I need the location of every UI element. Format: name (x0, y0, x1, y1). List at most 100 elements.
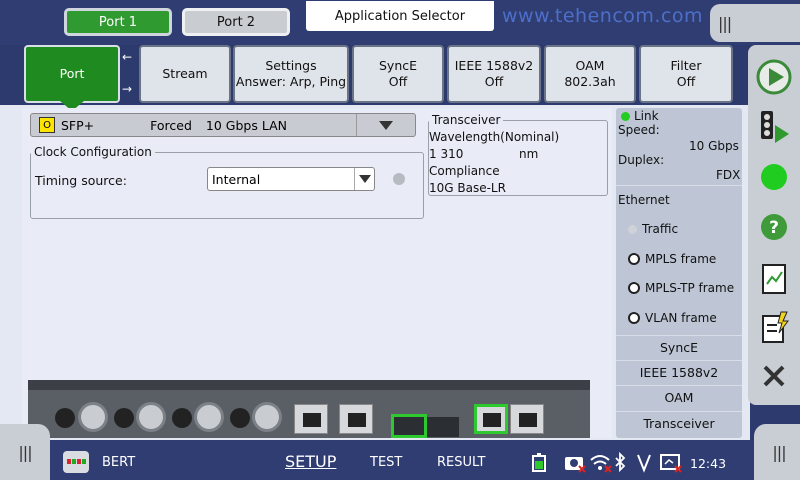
traffic-dot (628, 224, 637, 234)
app-icon[interactable] (63, 451, 89, 473)
status-led-button[interactable] (755, 158, 793, 196)
tab-ieee1588-label: IEEE 1588v2 (454, 58, 534, 73)
app-name: BERT (102, 455, 136, 470)
screen-disabled-icon (659, 451, 683, 477)
bnc-connector-icon (55, 408, 75, 428)
handle-bars-icon: ||| (18, 442, 32, 462)
mpls-tp-radio-icon (628, 282, 640, 294)
tab-synce-sub: Off (388, 74, 408, 89)
chevron-down-icon (359, 175, 371, 183)
bnc-connector-icon (194, 402, 224, 432)
tab-synce[interactable]: SyncE Off (352, 45, 444, 103)
timing-source-dropdown[interactable] (354, 168, 375, 190)
clipboard-lightning-icon (762, 311, 789, 343)
mpls-tp-frame-label: MPLS-TP frame (645, 281, 735, 295)
tab-oam-sub: 802.3ah (564, 74, 616, 89)
handle-bars-icon: ||| (718, 13, 732, 33)
status-row-transceiver[interactable]: Transceiver (616, 411, 742, 435)
status-row-transceiver-label: Transceiver (643, 416, 715, 431)
mpls-radio-icon (628, 253, 640, 265)
help-button[interactable]: ? (755, 208, 793, 246)
tab-settings[interactable]: Settings Answer: Arp, Ping (233, 45, 349, 103)
rj45-port-icon (510, 404, 544, 434)
interface-dropdown-button[interactable] (356, 114, 415, 136)
bluetooth-icon (613, 451, 627, 477)
result-tab[interactable]: RESULT (437, 455, 485, 470)
mpls-tp-frame-indicator: MPLS-TP frame (628, 281, 734, 295)
application-selector-button[interactable]: Application Selector (306, 1, 494, 31)
interface-badge: O (39, 117, 55, 133)
timing-source-value: Internal (212, 171, 261, 187)
tab-synce-label: SyncE (378, 58, 418, 73)
arrow-right-icon: → (122, 82, 133, 96)
green-led-icon (761, 164, 787, 190)
start-button[interactable] (755, 58, 793, 96)
setup-tab[interactable]: SETUP (285, 452, 336, 471)
status-row-synce-label: SyncE (659, 340, 699, 355)
hardware-ports-top (28, 380, 590, 390)
tab-port-label: Port (59, 66, 85, 81)
sfp-slot-icon (427, 417, 459, 437)
status-row-oam[interactable]: OAM (616, 385, 742, 409)
timing-source-select[interactable]: Internal (207, 167, 375, 191)
chevron-down-icon (379, 120, 393, 130)
traffic-indicator: Traffic (628, 222, 678, 236)
vlan-radio-icon (628, 312, 640, 324)
status-row-synce[interactable]: SyncE (616, 335, 742, 359)
bottom-right-handle[interactable]: ||| (754, 424, 800, 480)
handle-bars-icon: ||| (772, 442, 786, 462)
tab-stream-label: Stream (162, 66, 208, 81)
close-button[interactable] (755, 357, 793, 395)
svg-text:?: ? (769, 218, 779, 238)
arrow-left-icon: ← (122, 50, 133, 64)
system-clock: 12:43 (690, 456, 727, 471)
tab-port[interactable]: Port (24, 45, 120, 103)
tab-settings-label: Settings (265, 58, 317, 73)
top-right-handle[interactable]: ||| (710, 4, 800, 42)
traffic-light-icon (761, 111, 789, 143)
ethernet-label: Ethernet (618, 193, 670, 207)
wifi-disabled-icon (589, 451, 613, 477)
bottom-left-handle[interactable]: ||| (0, 424, 50, 480)
link-led (621, 112, 630, 121)
port-2-tab[interactable]: Port 2 (182, 8, 290, 36)
traffic-light-button[interactable] (755, 107, 793, 145)
tab-filter[interactable]: Filter Off (639, 45, 733, 103)
report-button[interactable] (755, 260, 793, 298)
mpls-frame-indicator: MPLS frame (628, 252, 716, 266)
tab-filter-sub: Off (676, 74, 696, 89)
link-label: Link (634, 109, 659, 123)
tab-oam[interactable]: OAM 802.3ah (544, 45, 636, 103)
speed-value: 10 Gbps (689, 139, 739, 153)
duplex-label: Duplex: (618, 153, 665, 167)
test-tab[interactable]: TEST (370, 455, 402, 470)
transceiver-legend: Transceiver (432, 113, 501, 127)
transceiver-compliance-value: 10G Base-LR (429, 181, 506, 195)
bnc-connector-icon (136, 402, 166, 432)
bnc-connector-icon (78, 402, 108, 432)
vlan-frame-indicator: VLAN frame (628, 311, 717, 325)
rj45-port-active-icon (474, 404, 508, 434)
port-1-tab[interactable]: Port 1 (64, 8, 172, 36)
sfp-slot-active-icon (391, 414, 427, 438)
report-chart-icon (762, 264, 786, 294)
tab-stream[interactable]: Stream (139, 45, 231, 103)
battery-icon (530, 451, 552, 477)
camera-disabled-icon (563, 451, 587, 477)
rj45-port-icon (294, 404, 328, 434)
rj45-port-icon (339, 404, 373, 434)
traffic-label: Traffic (642, 222, 679, 236)
help-icon: ? (761, 214, 787, 240)
quick-report-button[interactable] (755, 309, 793, 347)
tab-ieee1588[interactable]: IEEE 1588v2 Off (447, 45, 541, 103)
timing-source-label: Timing source: (35, 173, 127, 188)
status-row-ieee1588[interactable]: IEEE 1588v2 (616, 360, 742, 384)
bnc-connector-icon (172, 408, 192, 428)
tab-ieee1588-sub: Off (484, 74, 504, 89)
tab-oam-label: OAM (575, 58, 605, 73)
duplex-value: FDX (716, 168, 741, 182)
speed-label: Speed: (618, 123, 660, 137)
status-row-oam-label: OAM (664, 390, 694, 405)
transceiver-wavelength-label: Wavelength(Nominal) (429, 130, 560, 144)
transceiver-wavelength-unit: nm (519, 147, 539, 161)
